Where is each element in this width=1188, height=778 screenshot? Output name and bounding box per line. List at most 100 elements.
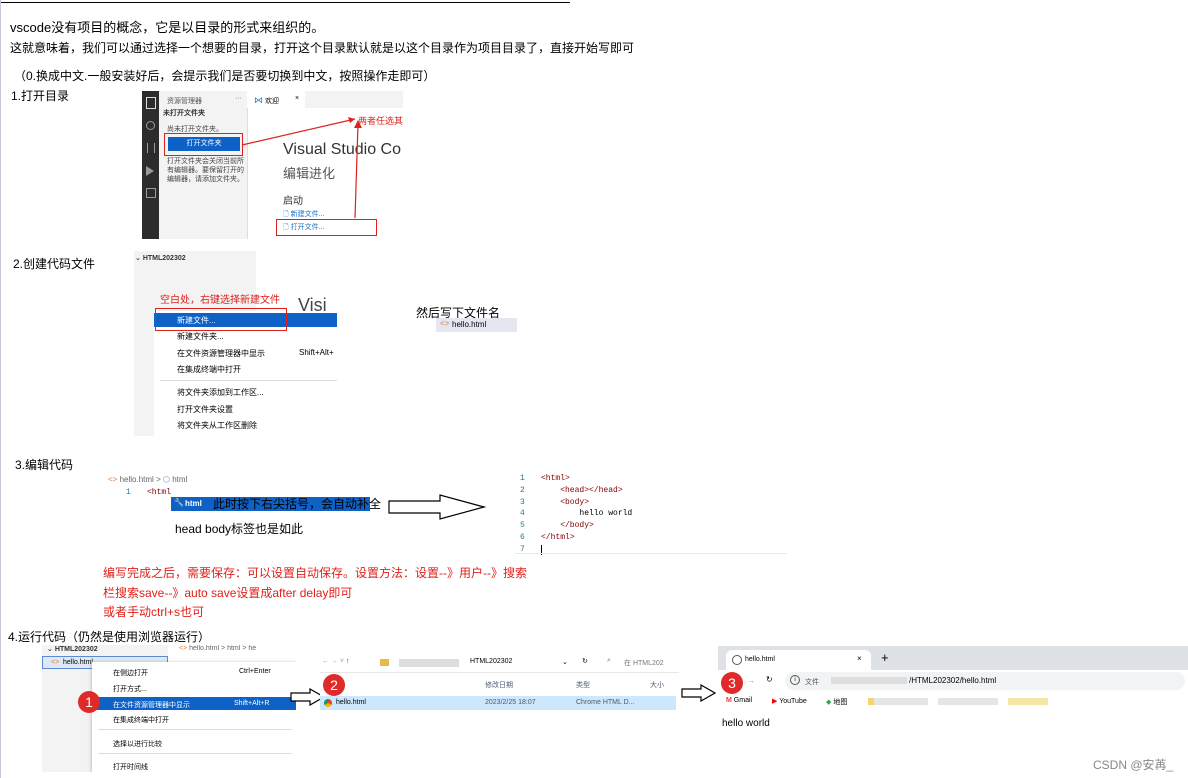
address-bar[interactable]: i 文件 /HTML202302/hello.html [785, 672, 1185, 690]
step4-browser: hello.html × + ← → ↻ i 文件 /HTML202302/he… [718, 646, 1188, 736]
tag-icon: ⬡ [162, 475, 170, 484]
html-file-icon: <> [179, 645, 188, 652]
menu-divider [98, 753, 292, 754]
search-box[interactable]: 在 HTML202 [624, 658, 664, 668]
close-icon[interactable]: × [295, 95, 299, 102]
menu-item-open-terminal[interactable]: 在集成终端中打开 [177, 364, 241, 375]
col-type[interactable]: 类型 [576, 680, 590, 690]
file-row[interactable]: hello.html 2023/2/25 18:07 Chrome HTML D… [320, 696, 676, 710]
explorer-title: 资源管理器 [167, 98, 202, 105]
explorer-subtitle: 未打开文件夹 [163, 110, 205, 117]
header-divider [320, 672, 679, 673]
menu-item-remove-workspace[interactable]: 将文件夹从工作区删除 [177, 420, 257, 431]
menu-compare[interactable]: 选择以进行比较 [113, 739, 162, 749]
path-text[interactable]: HTML202302 [470, 658, 512, 665]
folder-name: HTML202302 [54, 646, 98, 653]
step4-file-explorer: ← → ˅ ↑ HTML202302 ⌄ ↻ ⌕ 在 HTML202 修改日期 … [320, 654, 679, 712]
tab-close-icon[interactable]: × [857, 654, 862, 663]
folder-header[interactable]: ⌄ HTML202302 [47, 645, 98, 653]
code-line[interactable]: <body> [541, 498, 589, 507]
extensions-icon[interactable] [146, 188, 156, 198]
crumb-tag[interactable]: html [227, 645, 240, 652]
breadcrumb: <> hello.html > ⬡ html [108, 475, 187, 484]
code-line[interactable]: <head></head> [541, 486, 622, 495]
file-name: hello.html [336, 699, 366, 706]
menu-open-with[interactable]: 打开方式... [113, 684, 147, 694]
dropdown-icon[interactable]: ⌄ [562, 658, 568, 666]
code-line[interactable]: </body> [541, 521, 594, 530]
menu-open-terminal[interactable]: 在集成终端中打开 [113, 715, 169, 725]
step3-annotation-2: head body标签也是如此 [175, 522, 304, 536]
menu-timeline[interactable]: 打开时间线 [113, 762, 148, 772]
tab-bar: ⋈ 欢迎 × [247, 91, 403, 108]
line-number: 1 [126, 488, 131, 497]
step1-label: 1.打开目录 [11, 89, 70, 103]
browser-tab[interactable]: hello.html × [726, 650, 871, 670]
step-badge-2: 2 [323, 674, 345, 696]
bookmark-gmail[interactable]: M Gmail [726, 697, 752, 704]
intro-line-2: 这就意味着，我们可以通过选择一个想要的目录，打开这个目录默认就是以这个目录作为项… [10, 41, 635, 55]
filename-input[interactable]: <> hello.html [436, 318, 517, 332]
menu-divider [98, 729, 292, 730]
step3-annotation-1: 此时按下右尖括号，会自动补全 [213, 497, 382, 511]
bookmark-youtube[interactable]: ▶ YouTube [772, 697, 807, 705]
menu-divider [160, 380, 337, 381]
step2-annotation: 空白处，右键选择新建文件 [160, 295, 280, 306]
folder-icon [380, 659, 389, 666]
reload-button[interactable]: ↻ [766, 675, 773, 684]
intro-note: （0.换成中文.一般安装好后，会提示我们是否要切换到中文，按照操作走即可） [14, 69, 436, 83]
wrench-icon: 🔧 [174, 498, 184, 507]
html-file-icon: <> [108, 475, 118, 484]
new-tab-button[interactable]: + [881, 650, 889, 665]
menu-item-folder-settings[interactable]: 打开文件夹设置 [177, 404, 233, 415]
watermark: CSDN @安苒_ [1093, 758, 1174, 772]
step3-label: 3.编辑代码 [15, 458, 74, 472]
crumb-file[interactable]: hello.html [189, 645, 219, 652]
gmail-icon: M [726, 697, 732, 704]
forward-button[interactable]: → [747, 676, 755, 685]
search-icon[interactable] [146, 121, 155, 130]
breadcrumb-file[interactable]: hello.html [120, 475, 154, 484]
new-file-highlight [155, 308, 287, 331]
col-date[interactable]: 修改日期 [485, 680, 513, 690]
files-icon[interactable] [146, 97, 156, 109]
code-line[interactable]: <html> [541, 474, 570, 483]
refresh-icon[interactable]: ↻ [582, 657, 588, 665]
step2-screenshot: ⌄ HTML202302 Visi 新建文件... 新建文件夹... 在文件资源… [134, 251, 337, 436]
nav-buttons[interactable]: ← → ˅ ↑ [322, 658, 349, 665]
menu-open-side[interactable]: 在侧边打开 [113, 668, 148, 678]
more-icon[interactable]: ··· [235, 95, 242, 102]
menu-item-reveal-in-explorer[interactable]: 在文件资源管理器中显示 [177, 348, 265, 359]
file-type: Chrome HTML D... [576, 699, 635, 706]
code-bottom-rule [515, 553, 787, 554]
welcome-tab[interactable]: ⋈ 欢迎 × [247, 91, 305, 108]
code-line-number: 1 [520, 474, 525, 483]
menu-reveal-in-explorer[interactable]: 在文件资源管理器中显示 Shift+Alt+R [92, 697, 296, 710]
top-rule [0, 2, 570, 3]
code-line[interactable]: </html> [541, 533, 575, 542]
menu-item-new-folder[interactable]: 新建文件夹... [177, 331, 224, 342]
menu-item-add-workspace[interactable]: 将文件夹添加到工作区... [177, 387, 264, 398]
step2-label: 2.创建代码文件 [13, 257, 96, 271]
left-rule [0, 0, 1, 778]
code-line-number: 4 [520, 509, 525, 519]
folder-header[interactable]: ⌄ HTML202302 [135, 254, 186, 262]
source-control-icon[interactable] [147, 143, 155, 153]
step3-arrow [388, 494, 486, 520]
breadcrumb-tag[interactable]: html [172, 475, 187, 484]
file-name: hello.html [63, 659, 93, 666]
run-debug-icon[interactable] [146, 166, 154, 176]
file-scheme-label: 文件 [805, 679, 819, 686]
code-line-number: 5 [520, 521, 525, 531]
chevron-down-icon: ⌄ [135, 255, 141, 262]
vscode-logo-icon: ⋈ [254, 95, 263, 105]
bookmark-map[interactable]: ◆ 地图 [826, 697, 847, 707]
save-note-2: 栏搜索save--》auto save设置成after delay即可 [103, 586, 353, 600]
menu-reveal-shortcut: Shift+Alt+R [234, 700, 270, 707]
gmail-label: Gmail [733, 697, 753, 704]
code-line[interactable]: hello world [541, 509, 632, 518]
code-line-number: 6 [520, 533, 525, 542]
col-size[interactable]: 大小 [650, 680, 664, 690]
typed-code[interactable]: <html [147, 488, 171, 497]
crumb-he[interactable]: he [248, 645, 256, 652]
